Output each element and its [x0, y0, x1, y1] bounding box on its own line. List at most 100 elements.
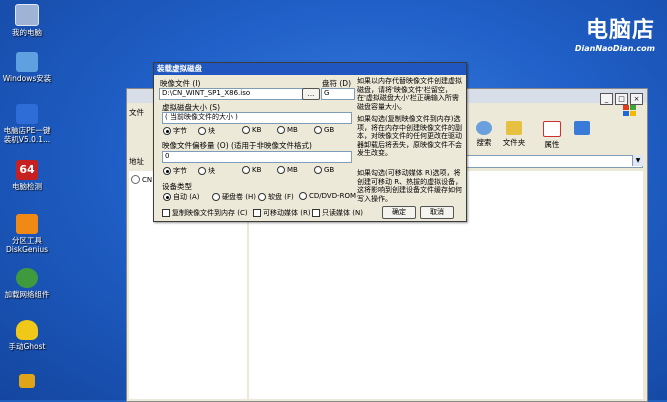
- radio-label: 软盘 (F): [268, 193, 294, 201]
- radio-icon: [242, 126, 250, 134]
- radio-label: 字节: [173, 167, 187, 175]
- help-text-memory: 如果以内存代替映像文件创建虚拟磁盘，请将'映像文件'栏留空，在'虚拟磁盘大小'栏…: [357, 77, 462, 111]
- desktop-icon-ghost[interactable]: 手动Ghost: [0, 320, 54, 351]
- desktop-icon-my-computer[interactable]: 我的电脑: [0, 4, 54, 37]
- readonly-media-checkbox[interactable]: 只读媒体 (N): [312, 208, 363, 218]
- checkbox-icon: [162, 209, 170, 217]
- offset-unit-kb[interactable]: KB: [242, 166, 261, 174]
- radio-icon: [163, 127, 171, 135]
- pc-check-icon: 64: [16, 160, 38, 180]
- desktop-icon-label: 我的电脑: [12, 28, 42, 37]
- device-type-cdrom[interactable]: CD/DVD-ROM: [299, 192, 356, 200]
- offset-unit-block[interactable]: 块: [198, 166, 215, 176]
- size-unit-gb[interactable]: GB: [314, 126, 334, 134]
- help-text-copy: 如果勾选(复制映像文件到内存)选项，将在内存中创建映像文件的副本，对映像文件的任…: [357, 115, 462, 157]
- checkbox-icon: [253, 209, 261, 217]
- device-type-auto[interactable]: 自动 (A): [163, 192, 199, 202]
- desktop-icon-pe-install[interactable]: 电脑店PE一键 装机V5.0.1...: [0, 104, 54, 144]
- mount-virtual-disk-dialog: 装载虚拟磁盘 映像文件 (I) D:\CN_WINT_SP1_X86.iso .…: [153, 62, 467, 222]
- radio-icon: [212, 193, 220, 201]
- checkbox-label: 只读媒体 (N): [322, 209, 363, 217]
- checkbox-label: 可移动媒体 (R): [263, 209, 311, 217]
- drive-letter-input[interactable]: G: [321, 88, 355, 100]
- offset-unit-mb[interactable]: MB: [277, 166, 298, 174]
- chevron-down-icon[interactable]: ▼: [632, 155, 643, 166]
- radio-label: 块: [208, 127, 215, 135]
- browse-button[interactable]: ...: [302, 88, 320, 100]
- desktop-icon-label: 电脑检测: [12, 182, 42, 191]
- disk-size-input[interactable]: ( 当前映像文件的大小 ): [162, 112, 352, 124]
- checkbox-label: 复制映像文件到内存 (C): [172, 209, 248, 217]
- offset-input[interactable]: 0: [162, 151, 352, 163]
- folder-icon: [506, 121, 522, 135]
- size-unit-mb[interactable]: MB: [277, 126, 298, 134]
- radio-label: KB: [252, 166, 262, 174]
- minimize-icon[interactable]: _: [600, 93, 613, 105]
- radio-label: 块: [208, 167, 215, 175]
- desktop-icon-label: 手动Ghost: [8, 342, 46, 351]
- logo-sub: DianNaoDian.com: [574, 44, 655, 53]
- toolbar-search-button[interactable]: 搜索: [467, 121, 501, 148]
- radio-label: GB: [324, 126, 335, 134]
- tree-item[interactable]: CN: [131, 175, 152, 184]
- key-icon: [19, 374, 35, 388]
- radio-icon: [242, 166, 250, 174]
- cd-drive-icon: [131, 175, 140, 184]
- offset-label: 映像文件偏移量 (O) (适用于非映像文件格式): [162, 141, 312, 150]
- radio-icon: [314, 166, 322, 174]
- offset-unit-byte[interactable]: 字节: [163, 166, 187, 176]
- radio-label: 硬盘卷 (H): [222, 193, 256, 201]
- desktop-icon-diskgenius[interactable]: 分区工具 DiskGenius: [0, 214, 54, 254]
- maximize-icon[interactable]: □: [615, 93, 628, 105]
- dialog-title[interactable]: 装载虚拟磁盘: [154, 63, 466, 75]
- desktop-icon-pc-check[interactable]: 64 电脑检测: [0, 160, 54, 191]
- windows-flag-icon: [623, 105, 637, 117]
- address-label: 地址: [129, 157, 144, 166]
- device-type-hdd[interactable]: 硬盘卷 (H): [212, 192, 256, 202]
- copy-to-memory-checkbox[interactable]: 复制映像文件到内存 (C): [162, 208, 248, 218]
- radio-label: 字节: [173, 127, 187, 135]
- radio-icon: [163, 167, 171, 175]
- close-icon[interactable]: ×: [630, 93, 643, 105]
- desktop-icon-label: 电脑店PE一键 装机V5.0.1...: [3, 126, 51, 144]
- pe-install-icon: [16, 104, 38, 124]
- desktop-icon-network[interactable]: 加载网络组件: [0, 268, 54, 299]
- help-text-removable: 如果勾选(可移动媒体 R)选项，将创建可移动 R、热拔的虚拟设备，这将影响到创建…: [357, 169, 463, 203]
- removable-media-checkbox[interactable]: 可移动媒体 (R): [253, 208, 311, 218]
- desktop-icon-label: 分区工具 DiskGenius: [5, 236, 49, 254]
- radio-icon: [198, 127, 206, 135]
- toolbar-folders-button[interactable]: 文件夹: [497, 121, 531, 148]
- properties-icon: [543, 121, 561, 137]
- image-file-input[interactable]: D:\CN_WINT_SP1_X86.iso: [159, 88, 303, 100]
- radio-icon: [198, 167, 206, 175]
- radio-icon: [299, 192, 307, 200]
- brand-logo: 电脑店 DianNaoDian.com: [575, 12, 655, 53]
- menu-file[interactable]: 文件: [129, 108, 144, 117]
- radio-label: KB: [252, 126, 262, 134]
- checkbox-icon: [312, 209, 320, 217]
- offset-unit-gb[interactable]: GB: [314, 166, 334, 174]
- toolbar-label: 文件夹: [502, 138, 526, 147]
- desktop-icon-windows-install[interactable]: Windows安装: [0, 52, 54, 83]
- toolbar-label: 搜索: [476, 138, 492, 147]
- size-unit-byte[interactable]: 字节: [163, 126, 187, 136]
- radio-label: CD/DVD-ROM: [309, 192, 357, 200]
- desktop-icon-key[interactable]: [0, 374, 54, 390]
- ok-button[interactable]: 确定: [382, 206, 416, 219]
- search-icon: [476, 121, 492, 135]
- toolbar-label: 属性: [544, 140, 560, 149]
- logo-main: 电脑店: [585, 18, 655, 43]
- device-type-label: 设备类型: [162, 182, 192, 191]
- cancel-button[interactable]: 取消: [420, 206, 454, 219]
- device-type-floppy[interactable]: 软盘 (F): [258, 192, 294, 202]
- toolbar-properties-button[interactable]: 属性: [535, 121, 569, 150]
- desktop: 我的电脑 Windows安装 电脑店PE一键 装机V5.0.1... 64 电脑…: [0, 0, 667, 402]
- radio-label: GB: [324, 166, 335, 174]
- window-controls: _ □ ×: [600, 93, 643, 105]
- size-unit-kb[interactable]: KB: [242, 126, 261, 134]
- radio-label: MB: [287, 126, 298, 134]
- size-unit-block[interactable]: 块: [198, 126, 215, 136]
- toolbar-views-button[interactable]: [565, 121, 599, 137]
- views-icon: [574, 121, 590, 135]
- network-icon: [16, 268, 38, 288]
